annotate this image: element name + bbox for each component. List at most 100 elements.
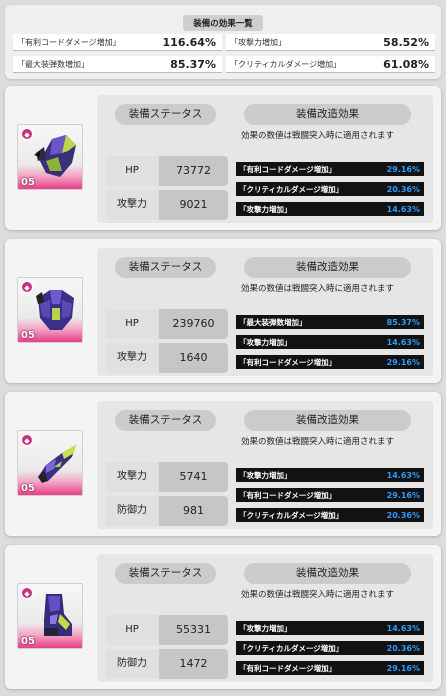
effect-row: 「攻撃力増加」 14.63% (236, 202, 424, 216)
equipment-status-label: 装備ステータス (115, 104, 216, 125)
stat-label: 防御力 (105, 496, 159, 526)
effect-value: 29.16% (386, 357, 420, 367)
equipment-thumbnail[interactable]: ◆ 05 (17, 583, 83, 649)
effect-value: 14.63% (386, 470, 420, 480)
effect-name: 「クリティカルダメージ増加」 (239, 184, 344, 194)
boots-equipment-icon (44, 594, 72, 636)
stat-label: HP (105, 615, 159, 645)
stat-value: 1640 (159, 343, 228, 373)
effect-value: 14.63% (386, 623, 420, 633)
summary-item-value: 58.52% (383, 35, 429, 49)
equipment-status-label: 装備ステータス (115, 257, 216, 278)
equipment-card[interactable]: ◆ 05 装備ステータス 装備改造効果 HP 73772 攻撃力 9021 効果… (5, 86, 441, 230)
effect-value: 29.16% (386, 663, 420, 673)
equipment-detail-panel: 装備ステータス 装備改造効果 HP 73772 攻撃力 9021 効果の数値は戦… (97, 95, 433, 223)
effect-name: 「攻撃力増加」 (239, 337, 292, 347)
stat-label: 攻撃力 (105, 190, 159, 220)
equipment-mod-label: 装備改造効果 (244, 257, 411, 278)
summary-item: 「最大装弾数増加」 85.37% (13, 56, 222, 73)
effect-row: 「クリティカルダメージ増加」 20.36% (236, 508, 424, 522)
effect-note: 効果の数値は戦闘突入時に適用されます (241, 437, 395, 447)
effect-value: 29.16% (386, 164, 420, 174)
stat-row: HP 73772 (105, 156, 228, 186)
effect-name: 「最大装弾数増加」 (239, 317, 307, 327)
effect-name: 「クリティカルダメージ増加」 (239, 643, 344, 653)
effect-name: 「攻撃力増加」 (239, 204, 292, 214)
equipment-card[interactable]: ◆ 05 装備ステータス 装備改造効果 HP 55331 防御力 1472 効果… (5, 545, 441, 689)
effect-value: 29.16% (386, 490, 420, 500)
stat-value: 239760 (159, 309, 228, 339)
effect-row: 「攻撃力増加」 14.63% (236, 335, 424, 349)
effect-name: 「有利コードダメージ増加」 (239, 663, 337, 673)
equipment-thumbnail[interactable]: ◆ 05 (17, 277, 83, 343)
stat-value: 9021 (159, 190, 228, 220)
stat-label: HP (105, 309, 159, 339)
stat-row: HP 239760 (105, 309, 228, 339)
effect-name: 「有利コードダメージ増加」 (239, 490, 337, 500)
effect-row: 「有利コードダメージ増加」 29.16% (236, 355, 424, 369)
equipment-level: 05 (21, 177, 35, 188)
effect-name: 「攻撃力増加」 (239, 470, 292, 480)
effect-row: 「有利コードダメージ増加」 29.16% (236, 162, 424, 176)
equipment-status-label: 装備ステータス (115, 563, 216, 584)
stat-label: HP (105, 156, 159, 186)
effect-value: 14.63% (386, 337, 420, 347)
stat-row: 攻撃力 1640 (105, 343, 228, 373)
effect-value: 20.36% (386, 510, 420, 520)
stat-label: 攻撃力 (105, 343, 159, 373)
summary-item-value: 85.37% (170, 57, 216, 71)
stat-value: 981 (159, 496, 228, 526)
effect-row: 「攻撃力増加」 14.63% (236, 621, 424, 635)
equipment-mod-label: 装備改造効果 (244, 563, 411, 584)
summary-item-name: 「最大装弾数増加」 (17, 59, 89, 69)
equipment-card[interactable]: ◆ 05 装備ステータス 装備改造効果 HP 239760 攻撃力 1640 効… (5, 239, 441, 383)
equipment-level: 05 (21, 636, 35, 647)
summary-item-name: 「攻撃力増加」 (230, 37, 286, 47)
effect-value: 85.37% (386, 317, 420, 327)
stat-row: 攻撃力 9021 (105, 190, 228, 220)
equipment-level: 05 (21, 330, 35, 341)
effect-row: 「攻撃力増加」 14.63% (236, 468, 424, 482)
effect-note: 効果の数値は戦闘突入時に適用されます (241, 131, 395, 141)
summary-title: 装備の効果一覧 (183, 15, 263, 31)
equipment-thumbnail[interactable]: ◆ 05 (17, 430, 83, 496)
equipment-status-label: 装備ステータス (115, 410, 216, 431)
equipment-detail-panel: 装備ステータス 装備改造効果 HP 239760 攻撃力 1640 効果の数値は… (97, 248, 433, 376)
stat-row: HP 55331 (105, 615, 228, 645)
equipment-detail-panel: 装備ステータス 装備改造効果 攻撃力 5741 防御力 981 効果の数値は戦闘… (97, 401, 433, 529)
equipment-level: 05 (21, 483, 35, 494)
summary-item-name: 「クリティカルダメージ増加」 (230, 59, 342, 69)
summary-item-value: 61.08% (383, 57, 429, 71)
summary-item: 「攻撃力増加」 58.52% (226, 34, 435, 51)
effect-value: 14.63% (386, 204, 420, 214)
equipment-thumbnail[interactable]: ◆ 05 (17, 124, 83, 190)
equipment-detail-panel: 装備ステータス 装備改造効果 HP 55331 防御力 1472 効果の数値は戦… (97, 554, 433, 682)
effect-row: 「最大装弾数増加」 85.37% (236, 315, 424, 329)
summary-item: 「有利コードダメージ増加」 116.64% (13, 34, 222, 51)
summary-item: 「クリティカルダメージ増加」 61.08% (226, 56, 435, 73)
gloves-equipment-icon (38, 445, 76, 483)
effect-name: 「有利コードダメージ増加」 (239, 164, 337, 174)
effect-name: 「有利コードダメージ増加」 (239, 357, 337, 367)
stat-label: 防御力 (105, 649, 159, 679)
equipment-card[interactable]: ◆ 05 装備ステータス 装備改造効果 攻撃力 5741 防御力 981 効果の… (5, 392, 441, 536)
summary-item-name: 「有利コードダメージ増加」 (17, 37, 121, 47)
helmet-equipment-icon (34, 135, 76, 177)
effect-row: 「有利コードダメージ増加」 29.16% (236, 661, 424, 675)
effect-note: 効果の数値は戦闘突入時に適用されます (241, 284, 395, 294)
effect-value: 20.36% (386, 643, 420, 653)
equipment-mod-label: 装備改造効果 (244, 410, 411, 431)
stat-row: 防御力 1472 (105, 649, 228, 679)
effect-row: 「有利コードダメージ増加」 29.16% (236, 488, 424, 502)
effect-name: 「攻撃力増加」 (239, 623, 292, 633)
effect-row: 「クリティカルダメージ増加」 20.36% (236, 641, 424, 655)
effect-value: 20.36% (386, 184, 420, 194)
stat-value: 55331 (159, 615, 228, 645)
effect-note: 効果の数値は戦闘突入時に適用されます (241, 590, 395, 600)
equipment-mod-label: 装備改造効果 (244, 104, 411, 125)
effect-name: 「クリティカルダメージ増加」 (239, 510, 344, 520)
stat-label: 攻撃力 (105, 462, 159, 492)
armor-equipment-icon (36, 290, 74, 330)
stat-row: 防御力 981 (105, 496, 228, 526)
equipment-effects-summary: 装備の効果一覧 「有利コードダメージ増加」 116.64% 「最大装弾数増加」 … (5, 5, 441, 79)
